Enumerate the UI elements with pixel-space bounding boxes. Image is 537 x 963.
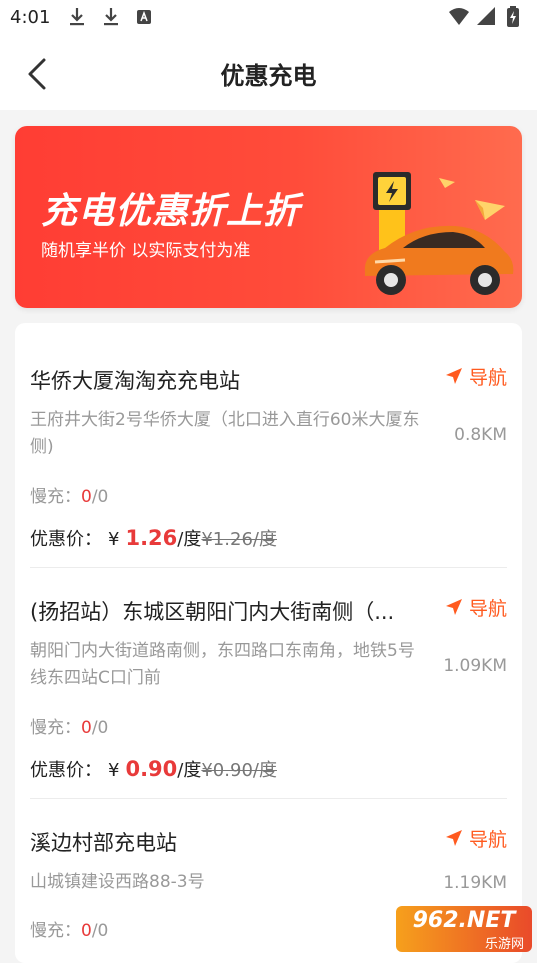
slow-available-count: 0 [81,718,92,738]
slow-charge-status: 慢充：0/0 [30,713,108,738]
navigate-button[interactable]: 导航 [445,363,507,389]
status-bar: 4:01 [0,0,537,36]
navigate-button[interactable]: 导航 [445,594,507,620]
price-value: 0.90 [125,757,178,781]
navigate-label: 导航 [468,828,507,851]
a-notification-icon [137,10,151,24]
divider [30,567,507,568]
slow-total-count: /0 [91,718,109,738]
navigate-button[interactable]: 导航 [445,825,507,851]
station-distance: 0.8KM [454,425,507,445]
slow-total-count: /0 [91,921,109,941]
download-icon [70,8,84,26]
price-unit: /度 [177,760,202,781]
slow-charge-status: 慢充：0/0 [30,916,108,941]
wifi-icon [449,8,469,25]
status-right-icons [449,6,519,27]
station-address: 山城镇建设西路88-3号 [30,872,205,892]
page-title: 优惠充电 [220,62,317,90]
station-distance: 1.09KM [443,656,507,676]
station-address: 王府井大街2号华侨大厦（北口进入直行60米大厦东侧) [30,410,420,457]
navigation-arrow-icon [445,368,462,384]
price-label: 优惠价： [30,760,102,781]
navigation-arrow-icon [445,599,462,615]
discount-price: 优惠价： ¥0.90/度¥0.90/度 [30,756,277,782]
station-item[interactable]: 华侨大厦淘淘充充电站 导航 王府井大街2号华侨大厦（北口进入直行60米大厦东侧)… [30,365,507,555]
station-distance: 1.19KM [443,873,507,893]
banner-title: 充电优惠折上折 [41,191,301,232]
slow-available-count: 0 [81,487,92,507]
watermark-sub: 乐游网 [484,937,524,952]
currency-symbol: ¥ [108,760,120,781]
watermark-logo: 962.NET 乐游网 [396,906,532,952]
download-icon [104,8,118,26]
currency-symbol: ¥ [108,529,120,550]
battery-charging-icon [507,6,519,27]
price-value: 1.26 [125,526,178,550]
station-list: 华侨大厦淘淘充充电站 导航 王府井大街2号华侨大厦（北口进入直行60米大厦东侧)… [15,323,522,963]
discount-price: 优惠价： ¥1.26/度¥1.26/度 [30,525,277,551]
station-name: (扬招站）东城区朝阳门内大街南侧（... [30,600,395,624]
station-item[interactable]: (扬招站）东城区朝阳门内大街南侧（... 导航 朝阳门内大街道路南侧，东四路口东… [30,596,507,786]
original-price: ¥1.26/度 [201,529,277,550]
station-name: 溪边村部充电站 [30,831,177,855]
slow-total-count: /0 [91,487,109,507]
station-name: 华侨大厦淘淘充充电站 [30,369,240,393]
navigate-label: 导航 [468,597,507,620]
navigate-label: 导航 [468,366,507,389]
slow-charge-status: 慢充：0/0 [30,482,108,507]
station-address: 朝阳门内大街道路南侧，东四路口东南角，地铁5号线东四站C口门前 [30,641,415,688]
price-label: 优惠价： [30,529,102,550]
app-bar: 优惠充电 [0,36,537,110]
signal-icon [477,7,495,25]
slow-available-count: 0 [81,921,92,941]
slow-charge-label: 慢充： [30,718,81,738]
banner-subtitle: 随机享半价 以实际支付为准 [41,241,251,261]
slow-charge-label: 慢充： [30,921,81,941]
navigation-arrow-icon [445,830,462,846]
original-price: ¥0.90/度 [201,760,277,781]
price-unit: /度 [177,529,202,550]
slow-charge-label: 慢充： [30,487,81,507]
divider [30,798,507,799]
watermark-main: 962.NET [412,908,516,933]
promo-banner[interactable]: 充电优惠折上折 随机享半价 以实际支付为准 [15,126,522,308]
car-charger-illustration [364,172,514,295]
status-time: 4:01 [10,7,51,28]
